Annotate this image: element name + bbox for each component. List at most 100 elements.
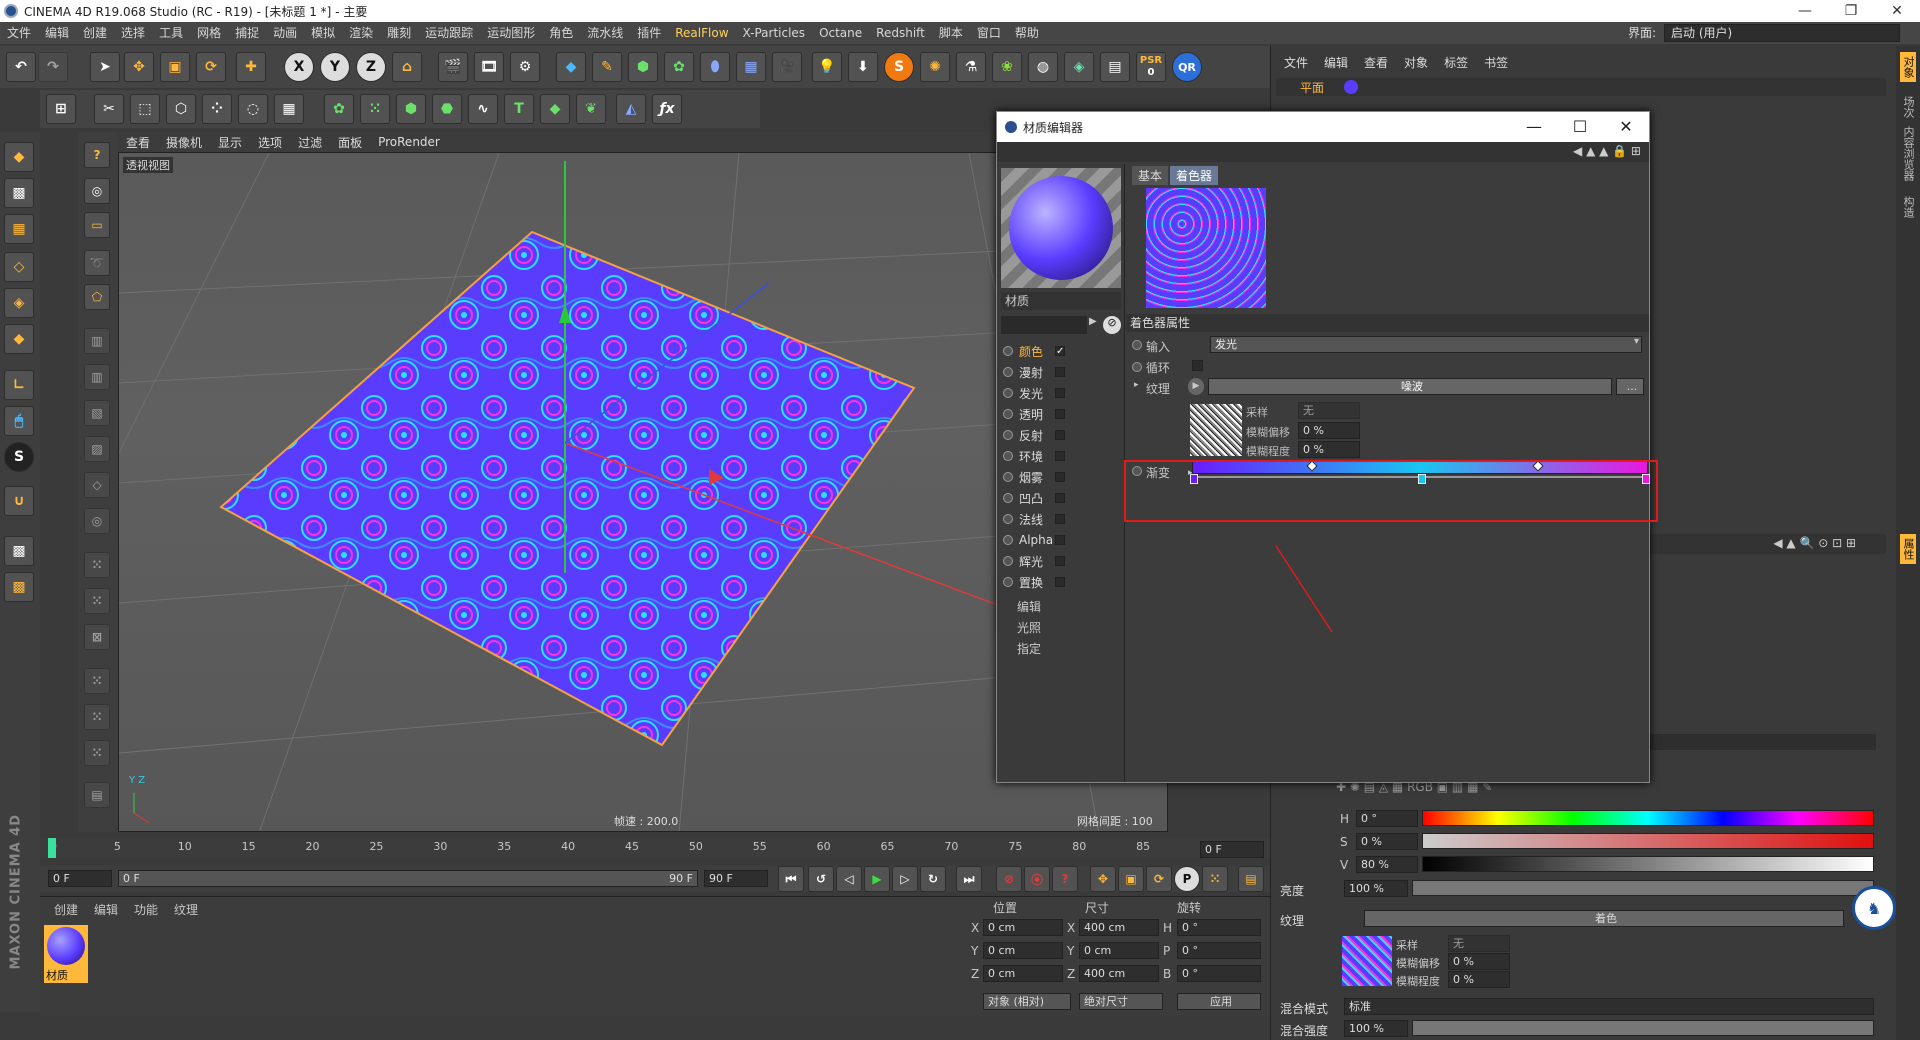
move-icon[interactable]: ✥ [124, 52, 154, 82]
blend-strength-slider[interactable] [1412, 1020, 1874, 1036]
material-preview[interactable] [1001, 168, 1121, 288]
coordinate-system-icon[interactable]: ⌂ [392, 52, 422, 82]
side-tab-takes[interactable]: 场次 [1900, 96, 1916, 118]
noise-plane[interactable] [219, 230, 916, 747]
input-select[interactable]: 发光 [1210, 336, 1642, 353]
menu-item-19[interactable]: Redshift [869, 22, 932, 44]
channel-checkbox[interactable] [1055, 430, 1065, 440]
timeline-window-icon[interactable]: ▤ [1238, 866, 1264, 892]
blur-scale-field[interactable]: 0 % [1298, 441, 1360, 458]
channel-4[interactable]: 反射 [1003, 426, 1065, 444]
texture-more-button[interactable]: ... [1616, 378, 1644, 395]
menu-item-18[interactable]: Octane [812, 22, 869, 44]
attr-texture-button[interactable]: 着色 [1364, 910, 1844, 927]
undo-icon[interactable]: ↶ [6, 52, 36, 82]
layout-select[interactable]: 启动 (用户) [1664, 24, 1900, 42]
help-icon[interactable]: ? [84, 142, 110, 168]
menu-item-17[interactable]: X-Particles [736, 22, 813, 44]
menu-item-22[interactable]: 帮助 [1008, 22, 1046, 44]
size-z-field[interactable]: 400 cm [1079, 965, 1159, 982]
layout-icon[interactable]: ⊞ [46, 94, 76, 124]
channel-checkbox[interactable] [1055, 577, 1065, 587]
tweak-icon[interactable]: 🖱 [4, 406, 34, 436]
next-frame-icon[interactable]: ▷ [892, 866, 918, 892]
go-end-icon[interactable]: ⏭ [956, 866, 982, 892]
texture-noise-button[interactable]: 噪波 [1208, 378, 1612, 395]
live-select-icon[interactable]: ◎ [84, 178, 110, 204]
channel-3[interactable]: 透明 [1003, 405, 1065, 423]
search-icon[interactable]: ⊘ [1103, 316, 1121, 334]
s-plugin-icon[interactable]: S [884, 52, 914, 82]
object-menu-item-3[interactable]: 对象 [1396, 54, 1436, 71]
symmetry-icon[interactable]: ▩ [4, 572, 34, 602]
cloner-icon[interactable]: ✿ [324, 94, 354, 124]
stack-icon[interactable]: ▤ [84, 782, 110, 808]
menu-item-13[interactable]: 角色 [542, 22, 580, 44]
material-tag-icon[interactable] [1344, 80, 1359, 94]
prev-frame-icon[interactable]: ◁ [836, 866, 862, 892]
snap-s-icon[interactable]: S [4, 442, 34, 472]
points-mode-icon[interactable]: ⁘ [202, 94, 232, 124]
object-menu-item-2[interactable]: 查看 [1356, 54, 1396, 71]
viewport-menu-item-4[interactable]: 过滤 [290, 134, 330, 151]
select-live-icon[interactable]: ⬚ [130, 94, 160, 124]
transform-icon[interactable]: ✚ [236, 52, 266, 82]
material-menu-item-1[interactable]: 编辑 [86, 901, 126, 918]
object-row[interactable]: 平面 [1276, 78, 1886, 96]
texture-arrow-icon[interactable]: ▶ [1188, 378, 1204, 395]
brush4-icon[interactable]: ▨ [84, 436, 110, 462]
rotate-icon[interactable]: ⟳ [196, 52, 226, 82]
value-slider[interactable] [1422, 856, 1874, 872]
restore-icon[interactable]: ❐ [1828, 0, 1874, 22]
menu-item-12[interactable]: 运动图形 [480, 22, 542, 44]
me-minimize-icon[interactable]: — [1511, 112, 1557, 142]
me-maximize-icon[interactable]: ☐ [1557, 112, 1603, 142]
object-menu-item-1[interactable]: 编辑 [1316, 54, 1356, 71]
loop-select-icon[interactable]: ⬡ [166, 94, 196, 124]
key-param-icon[interactable]: P [1174, 866, 1200, 892]
poly-select-icon[interactable]: ⬠ [84, 284, 110, 310]
s-field[interactable]: 0 % [1356, 833, 1418, 850]
autokey-icon[interactable]: ⦿ [1024, 866, 1050, 892]
render-view-icon[interactable]: 🎬 [438, 52, 468, 82]
key-scale-icon[interactable]: ▣ [1118, 866, 1144, 892]
v-field[interactable]: 80 % [1356, 856, 1418, 873]
menu-item-8[interactable]: 模拟 [304, 22, 342, 44]
channel-1[interactable]: 漫射 [1003, 363, 1065, 381]
play-icon[interactable]: ▶ [864, 866, 890, 892]
attr-nav-icons[interactable]: ◀ ▲ 🔍 ⊙ ⊡ ⊞ [1773, 536, 1856, 550]
key-position-icon[interactable]: ✥ [1090, 866, 1116, 892]
menu-item-6[interactable]: 捕捉 [228, 22, 266, 44]
brush2-icon[interactable]: ▥ [84, 364, 110, 390]
brush6-icon[interactable]: ◎ [84, 508, 110, 534]
viewport-menu-item-5[interactable]: 面板 [330, 134, 370, 151]
fracture-icon[interactable]: ⬢ [396, 94, 426, 124]
particles-icon[interactable]: ✺ [920, 52, 950, 82]
channel-checkbox[interactable] [1055, 409, 1065, 419]
menu-item-10[interactable]: 雕刻 [380, 22, 418, 44]
start-frame-field[interactable]: 0 F [48, 870, 112, 887]
material-menu-item-3[interactable]: 纹理 [166, 901, 206, 918]
channel-5[interactable]: 环境 [1003, 447, 1065, 465]
object-menu-item-5[interactable]: 书签 [1476, 54, 1516, 71]
channel-checkbox[interactable] [1055, 367, 1065, 377]
axis-icon[interactable]: ∟ [4, 370, 34, 400]
menu-item-9[interactable]: 渲染 [342, 22, 380, 44]
psr-button[interactable]: PSR 0 [1136, 52, 1166, 82]
spline-wrap-icon[interactable]: ❦ [576, 94, 606, 124]
menu-item-16[interactable]: RealFlow [668, 22, 735, 44]
download-icon[interactable]: ⬇ [848, 52, 878, 82]
lasso-icon[interactable]: ➰ [84, 250, 110, 276]
edges-mode-icon[interactable]: ◌ [238, 94, 268, 124]
select-arrow-icon[interactable]: ➤ [90, 52, 120, 82]
blend-mode-select[interactable]: 标准 [1344, 998, 1874, 1015]
magnet-icon[interactable]: ∪ [4, 486, 34, 516]
cube-icon[interactable]: ◆ [556, 52, 586, 82]
extra-item-0[interactable]: 编辑 [1017, 598, 1041, 615]
lock-grid-icon[interactable]: ▩ [4, 536, 34, 566]
keyframe-help-icon[interactable]: ? [1052, 866, 1078, 892]
pen-icon[interactable]: ✎ [592, 52, 622, 82]
tab-basic[interactable]: 基本 [1132, 166, 1169, 185]
rect-select-icon[interactable]: ▭ [84, 212, 110, 238]
brush5-icon[interactable]: ◇ [84, 472, 110, 498]
